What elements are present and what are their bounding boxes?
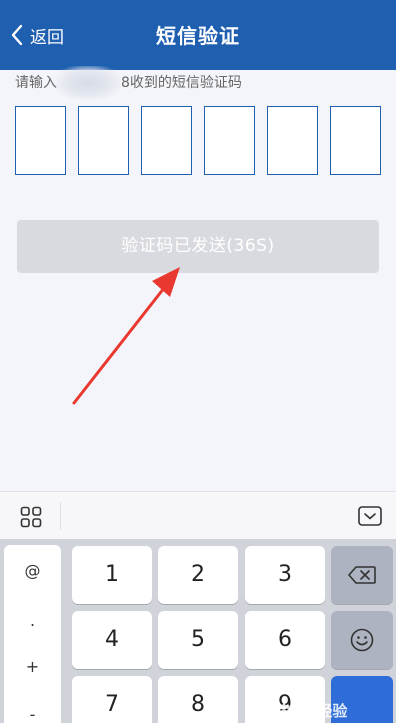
toolbar-divider: [60, 502, 61, 530]
hint-prefix: 请输入: [15, 75, 57, 91]
code-digit-2[interactable]: [78, 106, 129, 175]
keyboard-hide-icon[interactable]: [358, 506, 382, 526]
code-digit-3[interactable]: [141, 106, 192, 175]
code-digit-5[interactable]: [267, 106, 318, 175]
code-digit-1[interactable]: [15, 106, 66, 175]
key-3[interactable]: 3: [245, 546, 325, 604]
page-title: 短信验证: [156, 24, 240, 48]
phone-number-mask: [55, 66, 121, 100]
paw-icon: [278, 703, 290, 717]
smiley-icon: [350, 628, 374, 652]
key-6[interactable]: 6: [245, 611, 325, 669]
key-7[interactable]: 7: [72, 676, 152, 723]
key-dot[interactable]: .: [4, 611, 61, 630]
sms-hint-text: 请输入 8收到的短信验证码: [15, 66, 242, 100]
backspace-key[interactable]: [331, 546, 393, 604]
keyboard-toolbar: [0, 491, 396, 539]
symbol-column: @ . + -: [4, 545, 61, 723]
verification-code-inputs: [15, 106, 381, 176]
key-5[interactable]: 5: [158, 611, 238, 669]
code-digit-6[interactable]: [330, 106, 381, 175]
key-4[interactable]: 4: [72, 611, 152, 669]
baidu-jingyan-watermark: Bai经验: [276, 700, 347, 720]
key-1[interactable]: 1: [72, 546, 152, 604]
code-digit-4[interactable]: [204, 106, 255, 175]
top-nav-bar: 返回 短信验证: [0, 0, 396, 70]
key-plus[interactable]: +: [4, 657, 61, 676]
key-8[interactable]: 8: [158, 676, 238, 723]
emoji-key[interactable]: [331, 611, 393, 669]
key-at[interactable]: @: [4, 561, 61, 580]
red-arrow-annotation: [72, 267, 180, 405]
hint-suffix: 8收到的短信验证码: [121, 75, 242, 91]
numeric-keyboard: @ . + - 1 2 3 4 5 6 7 8 9: [0, 539, 396, 723]
backspace-icon: [348, 566, 376, 584]
key-minus[interactable]: -: [4, 705, 61, 723]
grid-icon[interactable]: [20, 506, 42, 528]
key-2[interactable]: 2: [158, 546, 238, 604]
watermark-text: Bai经验: [294, 702, 348, 720]
